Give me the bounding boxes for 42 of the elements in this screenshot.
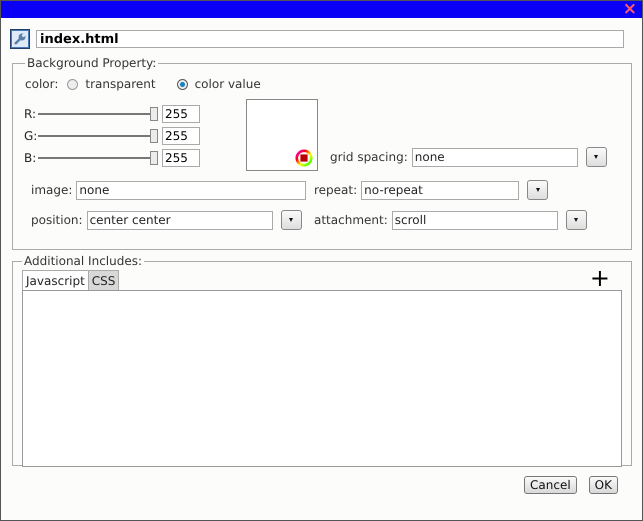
field-label: position: bbox=[31, 213, 83, 227]
caret-icon bbox=[289, 218, 294, 222]
slider-thumb[interactable] bbox=[150, 107, 158, 121]
radio-button[interactable] bbox=[67, 78, 78, 90]
dropdown-button[interactable] bbox=[586, 147, 607, 167]
field-label: repeat: bbox=[314, 183, 358, 197]
text-field[interactable]: center center bbox=[86, 210, 273, 230]
value-field[interactable]: 255 bbox=[162, 127, 200, 145]
field-label: color: bbox=[25, 77, 58, 91]
radio-button[interactable] bbox=[176, 78, 188, 90]
field-label: attachment: bbox=[314, 213, 388, 227]
group-title: Background Property: bbox=[26, 56, 158, 70]
text-field[interactable]: none bbox=[76, 180, 306, 200]
caret-icon bbox=[594, 155, 598, 159]
slider-label: R: bbox=[24, 107, 38, 121]
wrench-icon bbox=[10, 29, 30, 49]
caret-icon bbox=[574, 218, 578, 222]
text-field[interactable]: scroll bbox=[392, 210, 558, 230]
file-name-field[interactable]: index.html bbox=[36, 30, 624, 48]
dropdown-button[interactable] bbox=[280, 210, 302, 230]
caret-icon bbox=[536, 188, 540, 192]
radio-label[interactable]: transparent bbox=[85, 77, 156, 91]
value-field[interactable]: 255 bbox=[162, 149, 200, 167]
text-field[interactable]: no-repeat bbox=[361, 180, 520, 200]
dropdown-button[interactable] bbox=[527, 180, 548, 200]
text-field[interactable]: none bbox=[412, 148, 578, 166]
value-field[interactable]: 255 bbox=[162, 105, 200, 123]
group-title: Additional Includes: bbox=[23, 254, 144, 268]
slider-label: B: bbox=[24, 151, 38, 165]
tab[interactable]: Javascript bbox=[22, 270, 89, 290]
slider-label: G: bbox=[24, 129, 38, 143]
dialog-button[interactable]: OK bbox=[588, 476, 618, 494]
field-label: image: bbox=[31, 183, 72, 197]
add-button[interactable]: + bbox=[590, 268, 610, 288]
slider-thumb[interactable] bbox=[150, 129, 158, 143]
dialog-button[interactable]: Cancel bbox=[524, 476, 577, 494]
field-label: grid spacing: bbox=[330, 150, 408, 164]
slider-thumb[interactable] bbox=[150, 151, 158, 165]
tab[interactable]: CSS bbox=[88, 270, 120, 290]
color-wheel-icon[interactable] bbox=[295, 149, 313, 167]
radio-label[interactable]: color value bbox=[194, 77, 261, 91]
dropdown-button[interactable] bbox=[566, 210, 587, 230]
